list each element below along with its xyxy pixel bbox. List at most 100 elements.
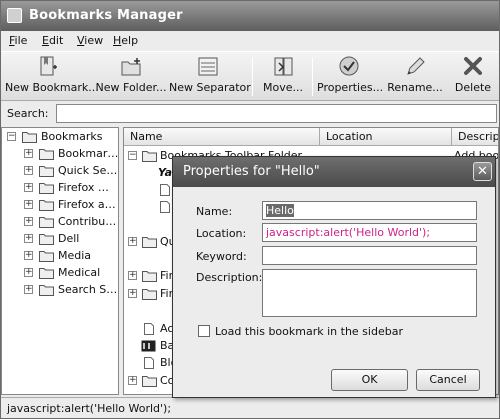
folder-icon	[39, 217, 54, 228]
folder-icon	[142, 376, 157, 387]
window-title: Bookmarks Manager	[29, 8, 183, 23]
menu-help[interactable]: Help	[113, 34, 138, 47]
tree-root-label: Bookmarks	[41, 130, 103, 143]
new-separator-icon	[198, 57, 218, 76]
expand-icon[interactable]: +	[24, 183, 33, 192]
folder-icon	[39, 166, 54, 177]
column-header-name[interactable]: Name	[124, 128, 320, 146]
tree-item[interactable]: + Bookmar…	[2, 146, 118, 163]
dialog-titlebar: Properties for "Hello" ✕	[173, 157, 495, 187]
cancel-button[interactable]: Cancel	[416, 369, 480, 391]
tree-item[interactable]: + Dell	[2, 231, 118, 248]
tree-item-label: Medical	[58, 266, 101, 279]
expand-icon[interactable]: +	[128, 289, 137, 298]
rename-label: Rename...	[387, 81, 443, 94]
tree-item-label: Firefox …	[58, 181, 109, 194]
tree-item-label: Media	[58, 249, 92, 262]
page-icon	[144, 323, 154, 335]
tree-item-label: Quick Se…	[58, 164, 118, 177]
page-icon	[160, 184, 170, 196]
properties-button[interactable]: Properties...	[317, 55, 384, 99]
yahoo-favicon: Ya	[158, 166, 173, 179]
expand-icon[interactable]: +	[24, 268, 33, 277]
column-header-description[interactable]: Descriptio	[452, 128, 498, 146]
expand-icon[interactable]: +	[24, 251, 33, 260]
menu-edit[interactable]: Edit	[42, 34, 63, 47]
column-header-location[interactable]: Location	[320, 128, 452, 146]
menu-view-rest: iew	[84, 34, 104, 47]
rename-button[interactable]: Rename...	[385, 55, 445, 99]
expand-icon[interactable]: +	[24, 200, 33, 209]
close-icon[interactable]: ✕	[473, 162, 492, 181]
new-bookmark-icon	[40, 56, 57, 76]
expand-icon[interactable]: +	[24, 166, 33, 175]
tree-item[interactable]: + Quick Se…	[2, 163, 118, 180]
tree-item-label: Search S…	[58, 283, 118, 296]
menu-edit-rest: dit	[48, 34, 64, 47]
folder-icon	[39, 149, 54, 160]
new-separator-button[interactable]: New Separator	[169, 55, 251, 99]
expand-icon[interactable]: +	[24, 234, 33, 243]
name-label: Name:	[196, 205, 233, 218]
menu-edit-mnemonic: E	[42, 34, 49, 47]
description-label: Description:	[196, 271, 263, 284]
new-folder-icon	[121, 58, 141, 76]
tree-item[interactable]: + Firefox …	[2, 180, 118, 197]
dialog-title: Properties for "Hello"	[183, 164, 320, 179]
collapse-icon[interactable]: −	[7, 132, 16, 141]
menu-file-rest: ile	[14, 34, 28, 47]
tree-item[interactable]: + Firefox a…	[2, 197, 118, 214]
folder-tree[interactable]: − Bookmarks + Bookmar… + Quick Se… + Fir…	[1, 127, 119, 395]
new-folder-button[interactable]: New Folder...	[95, 55, 167, 99]
collapse-icon[interactable]: −	[128, 151, 137, 160]
new-bookmark-button[interactable]: New Bookmark...	[5, 55, 99, 99]
expand-icon[interactable]: +	[128, 271, 137, 280]
status-bar: javascript:alert('Hello World');	[1, 397, 499, 418]
tree-item-root[interactable]: − Bookmarks	[2, 129, 118, 146]
properties-check-icon	[339, 56, 359, 76]
tree-item[interactable]: + Media	[2, 248, 118, 265]
properties-label: Properties...	[317, 81, 384, 94]
folder-open-icon	[142, 151, 157, 162]
menu-file[interactable]: File	[9, 34, 27, 47]
expand-icon[interactable]: +	[24, 285, 33, 294]
app-icon	[7, 8, 22, 23]
keyword-field[interactable]	[262, 246, 477, 265]
expand-icon[interactable]: +	[128, 376, 137, 385]
delete-label: Delete	[454, 81, 492, 94]
tree-item[interactable]: + Contribu…	[2, 214, 118, 231]
name-field[interactable]: Hello	[262, 201, 477, 220]
move-button[interactable]: Move...	[259, 55, 307, 99]
sidebar-checkbox-label[interactable]: Load this bookmark in the sidebar	[215, 325, 403, 338]
page-icon	[144, 357, 154, 369]
folder-open-icon	[22, 132, 37, 143]
tree-item[interactable]: + Search S…	[2, 282, 118, 299]
new-bookmark-label: New Bookmark...	[5, 81, 99, 94]
keyword-label: Keyword:	[196, 250, 247, 263]
folder-icon	[142, 289, 157, 300]
search-input[interactable]	[56, 104, 497, 123]
folder-icon	[39, 200, 54, 211]
tree-item-label: Firefox a…	[58, 198, 116, 211]
location-field[interactable]: javascript:alert('Hello World');	[262, 223, 477, 242]
delete-x-icon	[464, 57, 482, 75]
move-label: Move...	[263, 81, 303, 94]
status-text: javascript:alert('Hello World');	[7, 402, 172, 415]
new-folder-label: New Folder...	[95, 81, 167, 94]
move-icon	[274, 57, 293, 76]
folder-icon	[39, 251, 54, 262]
sidebar-checkbox[interactable]	[198, 325, 210, 337]
tree-item-label: Contribu…	[58, 215, 117, 228]
rename-pencil-icon	[407, 57, 425, 75]
expand-icon[interactable]: +	[24, 217, 33, 226]
ok-button[interactable]: OK	[331, 369, 408, 391]
toolbar: New Bookmark... New Folder... New Separa…	[1, 51, 499, 101]
menu-view[interactable]: View	[77, 34, 103, 47]
description-field[interactable]	[262, 269, 477, 317]
expand-icon[interactable]: +	[128, 237, 137, 246]
menu-help-rest: elp	[121, 34, 139, 47]
expand-icon[interactable]: +	[24, 149, 33, 158]
tree-item[interactable]: + Medical	[2, 265, 118, 282]
delete-button[interactable]: Delete	[451, 55, 495, 99]
search-row: Search:	[1, 102, 499, 126]
